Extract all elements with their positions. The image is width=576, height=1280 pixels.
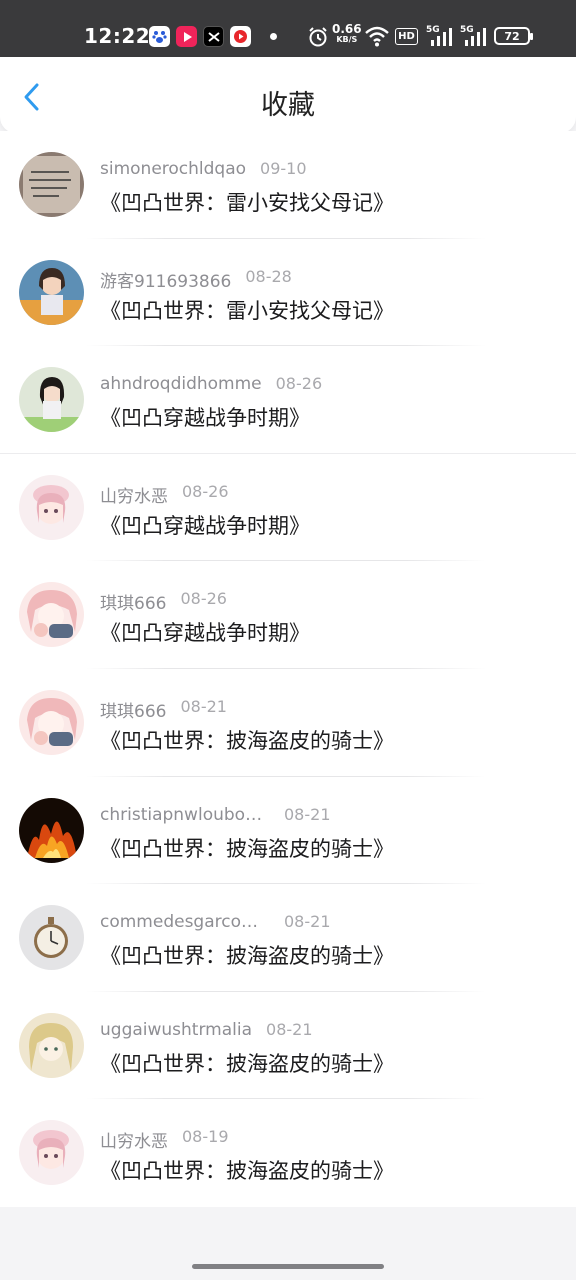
username[interactable]: 山穷水恶 <box>100 1127 168 1152</box>
work-title[interactable]: 《凹凸世界：披海盗皮的骑士》 <box>100 725 394 755</box>
user-line: ahndroqdidhomme 08-26 <box>100 374 322 394</box>
list-item[interactable]: ahndroqdidhomme 08-26 《凹凸穿越战争时期》 <box>0 346 576 454</box>
network-speed-value: 0.66 <box>332 22 362 36</box>
work-title[interactable]: 《凹凸世界：披海盗皮的骑士》 <box>100 833 394 863</box>
user-line: commedesgarcom... 08-21 <box>100 912 331 932</box>
list-item[interactable]: christiapnwloubou... 08-21 《凹凸世界：披海盗皮的骑士》 <box>0 777 576 885</box>
username[interactable]: 琪琪666 <box>100 589 166 614</box>
avatar[interactable] <box>19 1012 84 1078</box>
username[interactable]: 游客911693866 <box>100 267 231 292</box>
list-item[interactable]: 山穷水恶 08-26 《凹凸穿越战争时期》 <box>0 454 576 562</box>
avatar[interactable] <box>19 474 84 540</box>
network-speed-unit: KB/S <box>336 35 358 44</box>
video-app-icon <box>176 26 197 47</box>
username[interactable]: ahndroqdidhomme <box>100 374 262 394</box>
avatar[interactable] <box>19 905 84 971</box>
list-item[interactable]: simonerochldqao 09-10 《凹凸世界：雷小安找父母记》 <box>0 131 576 239</box>
list-item[interactable]: commedesgarcom... 08-21 《凹凸世界：披海盗皮的骑士》 <box>0 884 576 992</box>
date: 08-21 <box>284 804 331 824</box>
date: 08-28 <box>245 266 292 286</box>
date: 08-19 <box>182 1127 229 1147</box>
user-line: christiapnwloubou... 08-21 <box>100 805 331 825</box>
alarm-icon <box>307 26 329 52</box>
list-item[interactable]: 游客911693866 08-28 《凹凸世界：雷小安找父母记》 <box>0 239 576 347</box>
record-app-icon <box>230 26 251 47</box>
date: 08-21 <box>266 1019 313 1039</box>
list-item[interactable]: 琪琪666 08-21 《凹凸世界：披海盗皮的骑士》 <box>0 669 576 777</box>
work-title[interactable]: 《凹凸世界：雷小安找父母记》 <box>100 295 394 325</box>
avatar[interactable] <box>19 152 84 217</box>
date: 08-26 <box>182 481 229 501</box>
bottom-area <box>0 1207 576 1280</box>
user-line: 琪琪666 08-26 <box>100 589 227 614</box>
favorites-list: simonerochldqao 09-10 《凹凸世界：雷小安找父母记》 游客91… <box>0 131 576 1207</box>
capcut-app-icon <box>203 26 224 47</box>
date: 08-21 <box>180 696 227 716</box>
work-title[interactable]: 《凹凸世界：披海盗皮的骑士》 <box>100 940 394 970</box>
header: 收藏 <box>0 57 576 133</box>
status-time: 12:22 <box>84 24 151 48</box>
avatar[interactable] <box>19 582 84 648</box>
work-title[interactable]: 《凹凸世界：雷小安找父母记》 <box>100 187 394 217</box>
username[interactable]: christiapnwloubou... <box>100 805 270 825</box>
date: 08-26 <box>275 374 323 394</box>
username[interactable]: 山穷水恶 <box>100 482 168 507</box>
avatar[interactable] <box>19 367 84 433</box>
battery-icon: 72 <box>494 27 533 45</box>
network-speed: 0.66 KB/S <box>332 22 362 45</box>
username[interactable]: uggaiwushtrmalia <box>100 1020 252 1040</box>
work-title[interactable]: 《凹凸世界：披海盗皮的骑士》 <box>100 1155 394 1185</box>
username[interactable]: commedesgarcom... <box>100 912 270 932</box>
list-item[interactable]: 山穷水恶 08-19 《凹凸世界：披海盗皮的骑士》 <box>0 1099 576 1207</box>
username[interactable]: simonerochldqao <box>100 159 246 179</box>
date: 08-21 <box>284 912 331 932</box>
avatar[interactable] <box>19 1120 84 1186</box>
work-title[interactable]: 《凹凸世界：披海盗皮的骑士》 <box>100 1048 394 1078</box>
list-item[interactable]: uggaiwushtrmalia 08-21 《凹凸世界：披海盗皮的骑士》 <box>0 992 576 1100</box>
work-title[interactable]: 《凹凸穿越战争时期》 <box>100 402 310 432</box>
user-line: 琪琪666 08-21 <box>100 697 227 722</box>
date: 09-10 <box>260 159 307 178</box>
date: 08-26 <box>180 589 227 609</box>
page-title: 收藏 <box>261 90 315 121</box>
avatar[interactable] <box>19 259 84 325</box>
user-line: 山穷水恶 08-26 <box>100 482 229 507</box>
avatar[interactable] <box>19 797 84 863</box>
user-line: uggaiwushtrmalia 08-21 <box>100 1020 313 1040</box>
avatar[interactable] <box>19 689 84 755</box>
wifi-icon <box>364 25 390 51</box>
baidu-app-icon <box>149 26 170 47</box>
status-bar: 12:22 0.66 KB/S HD 5G 5G 72 <box>0 0 576 57</box>
notification-dot <box>270 33 277 40</box>
list-item[interactable]: 琪琪666 08-26 《凹凸穿越战争时期》 <box>0 561 576 669</box>
home-indicator[interactable] <box>192 1264 384 1269</box>
user-line: simonerochldqao 09-10 <box>100 159 307 179</box>
username[interactable]: 琪琪666 <box>100 697 166 722</box>
work-title[interactable]: 《凹凸穿越战争时期》 <box>100 510 310 540</box>
work-title[interactable]: 《凹凸穿越战争时期》 <box>100 617 310 647</box>
user-line: 游客911693866 08-28 <box>100 267 292 292</box>
hd-icon: HD <box>395 28 418 45</box>
user-line: 山穷水恶 08-19 <box>100 1127 229 1152</box>
